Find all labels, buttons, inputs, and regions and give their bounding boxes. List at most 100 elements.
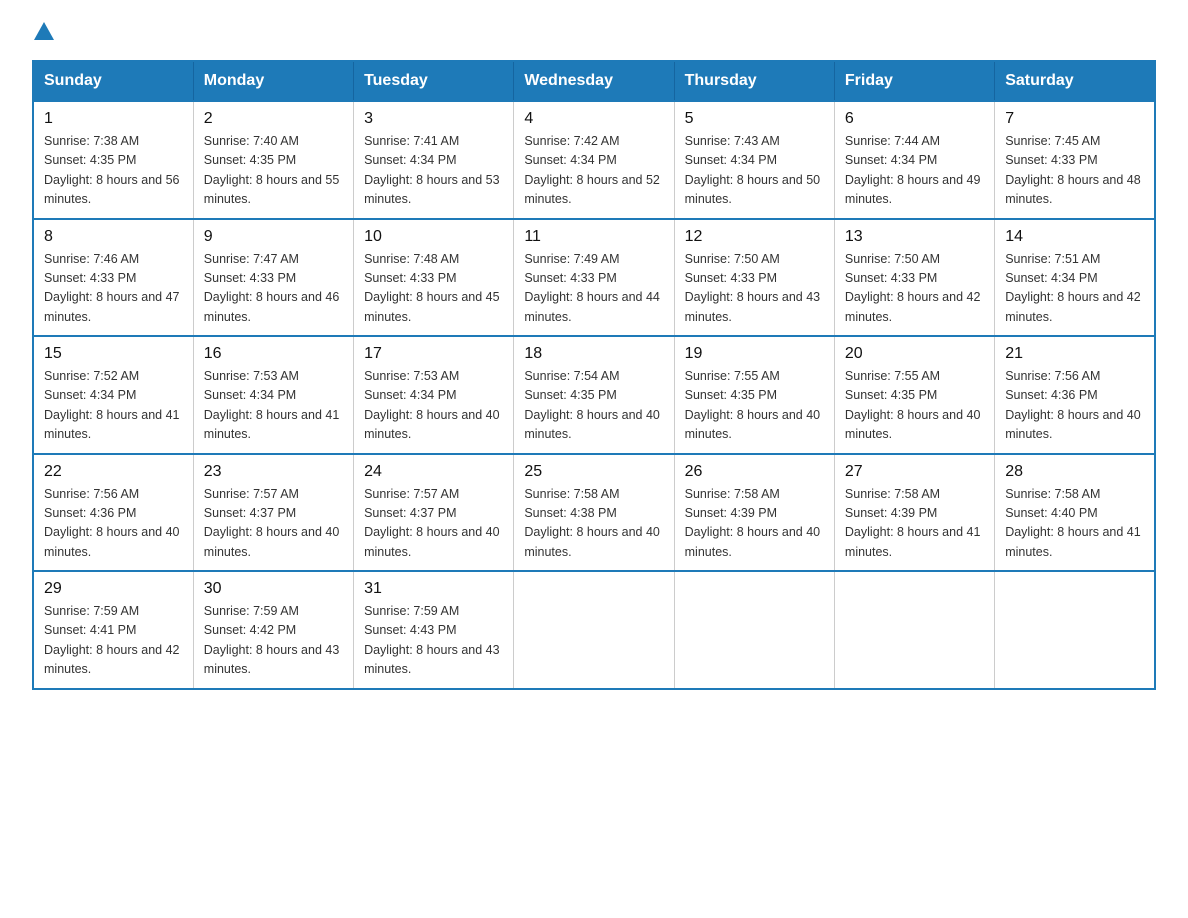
day-info: Sunrise: 7:54 AMSunset: 4:35 PMDaylight:…: [524, 369, 660, 441]
calendar-cell: 24 Sunrise: 7:57 AMSunset: 4:37 PMDaylig…: [354, 454, 514, 572]
day-info: Sunrise: 7:43 AMSunset: 4:34 PMDaylight:…: [685, 134, 821, 206]
day-info: Sunrise: 7:58 AMSunset: 4:39 PMDaylight:…: [845, 487, 981, 559]
calendar-week-row: 1 Sunrise: 7:38 AMSunset: 4:35 PMDayligh…: [33, 101, 1155, 219]
day-info: Sunrise: 7:44 AMSunset: 4:34 PMDaylight:…: [845, 134, 981, 206]
calendar-cell: [834, 571, 994, 689]
calendar-cell: 10 Sunrise: 7:48 AMSunset: 4:33 PMDaylig…: [354, 219, 514, 337]
calendar-cell: 27 Sunrise: 7:58 AMSunset: 4:39 PMDaylig…: [834, 454, 994, 572]
weekday-header-friday: Friday: [834, 61, 994, 101]
calendar-week-row: 22 Sunrise: 7:56 AMSunset: 4:36 PMDaylig…: [33, 454, 1155, 572]
day-number: 7: [1005, 110, 1144, 128]
day-number: 11: [524, 228, 663, 246]
day-number: 24: [364, 463, 503, 481]
calendar-cell: 29 Sunrise: 7:59 AMSunset: 4:41 PMDaylig…: [33, 571, 193, 689]
calendar-cell: 7 Sunrise: 7:45 AMSunset: 4:33 PMDayligh…: [995, 101, 1155, 219]
day-info: Sunrise: 7:48 AMSunset: 4:33 PMDaylight:…: [364, 252, 500, 324]
day-number: 22: [44, 463, 183, 481]
day-info: Sunrise: 7:46 AMSunset: 4:33 PMDaylight:…: [44, 252, 180, 324]
day-info: Sunrise: 7:56 AMSunset: 4:36 PMDaylight:…: [1005, 369, 1141, 441]
day-info: Sunrise: 7:47 AMSunset: 4:33 PMDaylight:…: [204, 252, 340, 324]
logo: [32, 24, 56, 42]
calendar-cell: 8 Sunrise: 7:46 AMSunset: 4:33 PMDayligh…: [33, 219, 193, 337]
day-info: Sunrise: 7:58 AMSunset: 4:40 PMDaylight:…: [1005, 487, 1141, 559]
calendar-cell: 26 Sunrise: 7:58 AMSunset: 4:39 PMDaylig…: [674, 454, 834, 572]
logo-triangle-icon: [34, 22, 54, 40]
day-info: Sunrise: 7:57 AMSunset: 4:37 PMDaylight:…: [204, 487, 340, 559]
day-number: 13: [845, 228, 984, 246]
calendar-cell: 1 Sunrise: 7:38 AMSunset: 4:35 PMDayligh…: [33, 101, 193, 219]
calendar-cell: 19 Sunrise: 7:55 AMSunset: 4:35 PMDaylig…: [674, 336, 834, 454]
day-number: 17: [364, 345, 503, 363]
day-number: 21: [1005, 345, 1144, 363]
day-number: 26: [685, 463, 824, 481]
day-info: Sunrise: 7:59 AMSunset: 4:41 PMDaylight:…: [44, 604, 180, 676]
day-number: 8: [44, 228, 183, 246]
day-number: 12: [685, 228, 824, 246]
day-number: 28: [1005, 463, 1144, 481]
page-header: [32, 24, 1156, 42]
day-info: Sunrise: 7:59 AMSunset: 4:42 PMDaylight:…: [204, 604, 340, 676]
day-number: 2: [204, 110, 343, 128]
calendar-cell: 4 Sunrise: 7:42 AMSunset: 4:34 PMDayligh…: [514, 101, 674, 219]
day-number: 10: [364, 228, 503, 246]
calendar-cell: 31 Sunrise: 7:59 AMSunset: 4:43 PMDaylig…: [354, 571, 514, 689]
day-info: Sunrise: 7:57 AMSunset: 4:37 PMDaylight:…: [364, 487, 500, 559]
calendar-cell: 30 Sunrise: 7:59 AMSunset: 4:42 PMDaylig…: [193, 571, 353, 689]
day-info: Sunrise: 7:40 AMSunset: 4:35 PMDaylight:…: [204, 134, 340, 206]
day-info: Sunrise: 7:58 AMSunset: 4:38 PMDaylight:…: [524, 487, 660, 559]
day-number: 19: [685, 345, 824, 363]
day-info: Sunrise: 7:38 AMSunset: 4:35 PMDaylight:…: [44, 134, 180, 206]
day-number: 6: [845, 110, 984, 128]
calendar-cell: 16 Sunrise: 7:53 AMSunset: 4:34 PMDaylig…: [193, 336, 353, 454]
calendar-cell: 13 Sunrise: 7:50 AMSunset: 4:33 PMDaylig…: [834, 219, 994, 337]
day-number: 29: [44, 580, 183, 598]
calendar-cell: 6 Sunrise: 7:44 AMSunset: 4:34 PMDayligh…: [834, 101, 994, 219]
day-number: 16: [204, 345, 343, 363]
day-info: Sunrise: 7:51 AMSunset: 4:34 PMDaylight:…: [1005, 252, 1141, 324]
day-info: Sunrise: 7:42 AMSunset: 4:34 PMDaylight:…: [524, 134, 660, 206]
day-number: 20: [845, 345, 984, 363]
day-info: Sunrise: 7:50 AMSunset: 4:33 PMDaylight:…: [685, 252, 821, 324]
day-info: Sunrise: 7:55 AMSunset: 4:35 PMDaylight:…: [845, 369, 981, 441]
day-number: 4: [524, 110, 663, 128]
day-number: 15: [44, 345, 183, 363]
logo-text: [32, 24, 56, 42]
day-info: Sunrise: 7:56 AMSunset: 4:36 PMDaylight:…: [44, 487, 180, 559]
weekday-header-row: SundayMondayTuesdayWednesdayThursdayFrid…: [33, 61, 1155, 101]
day-info: Sunrise: 7:59 AMSunset: 4:43 PMDaylight:…: [364, 604, 500, 676]
day-number: 9: [204, 228, 343, 246]
day-info: Sunrise: 7:53 AMSunset: 4:34 PMDaylight:…: [204, 369, 340, 441]
day-number: 31: [364, 580, 503, 598]
calendar-cell: 20 Sunrise: 7:55 AMSunset: 4:35 PMDaylig…: [834, 336, 994, 454]
calendar-cell: 5 Sunrise: 7:43 AMSunset: 4:34 PMDayligh…: [674, 101, 834, 219]
calendar-table: SundayMondayTuesdayWednesdayThursdayFrid…: [32, 60, 1156, 690]
day-info: Sunrise: 7:45 AMSunset: 4:33 PMDaylight:…: [1005, 134, 1141, 206]
day-info: Sunrise: 7:58 AMSunset: 4:39 PMDaylight:…: [685, 487, 821, 559]
day-number: 23: [204, 463, 343, 481]
calendar-cell: 3 Sunrise: 7:41 AMSunset: 4:34 PMDayligh…: [354, 101, 514, 219]
day-info: Sunrise: 7:50 AMSunset: 4:33 PMDaylight:…: [845, 252, 981, 324]
day-number: 27: [845, 463, 984, 481]
calendar-cell: 14 Sunrise: 7:51 AMSunset: 4:34 PMDaylig…: [995, 219, 1155, 337]
calendar-cell: 21 Sunrise: 7:56 AMSunset: 4:36 PMDaylig…: [995, 336, 1155, 454]
day-number: 3: [364, 110, 503, 128]
day-number: 1: [44, 110, 183, 128]
day-number: 30: [204, 580, 343, 598]
day-info: Sunrise: 7:52 AMSunset: 4:34 PMDaylight:…: [44, 369, 180, 441]
weekday-header-monday: Monday: [193, 61, 353, 101]
day-info: Sunrise: 7:49 AMSunset: 4:33 PMDaylight:…: [524, 252, 660, 324]
weekday-header-sunday: Sunday: [33, 61, 193, 101]
calendar-cell: 11 Sunrise: 7:49 AMSunset: 4:33 PMDaylig…: [514, 219, 674, 337]
calendar-week-row: 29 Sunrise: 7:59 AMSunset: 4:41 PMDaylig…: [33, 571, 1155, 689]
day-info: Sunrise: 7:41 AMSunset: 4:34 PMDaylight:…: [364, 134, 500, 206]
calendar-week-row: 15 Sunrise: 7:52 AMSunset: 4:34 PMDaylig…: [33, 336, 1155, 454]
calendar-cell: [514, 571, 674, 689]
calendar-week-row: 8 Sunrise: 7:46 AMSunset: 4:33 PMDayligh…: [33, 219, 1155, 337]
day-number: 5: [685, 110, 824, 128]
weekday-header-saturday: Saturday: [995, 61, 1155, 101]
weekday-header-thursday: Thursday: [674, 61, 834, 101]
calendar-cell: 23 Sunrise: 7:57 AMSunset: 4:37 PMDaylig…: [193, 454, 353, 572]
calendar-cell: 25 Sunrise: 7:58 AMSunset: 4:38 PMDaylig…: [514, 454, 674, 572]
calendar-cell: 2 Sunrise: 7:40 AMSunset: 4:35 PMDayligh…: [193, 101, 353, 219]
calendar-cell: 22 Sunrise: 7:56 AMSunset: 4:36 PMDaylig…: [33, 454, 193, 572]
